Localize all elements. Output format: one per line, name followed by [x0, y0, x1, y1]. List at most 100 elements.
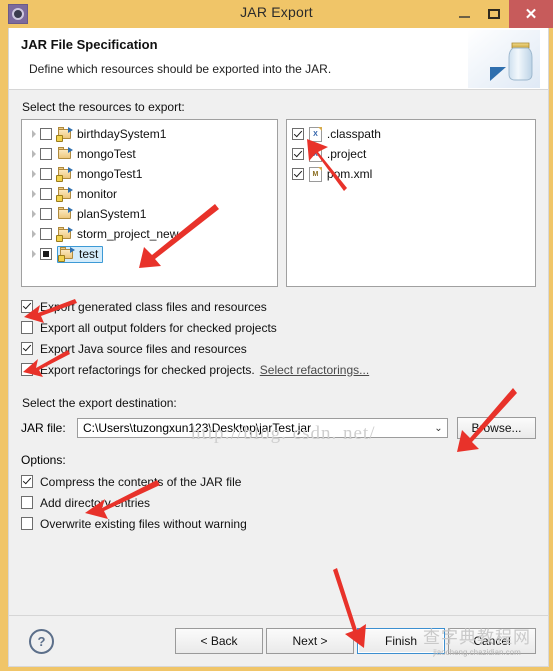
minimize-icon[interactable] [449, 0, 479, 28]
option-label: Export generated class files and resourc… [40, 299, 267, 314]
close-icon[interactable]: ✕ [509, 0, 553, 28]
tree-row[interactable]: birthdaySystem1 [22, 124, 277, 144]
project-folder-icon [57, 147, 73, 161]
tree-row[interactable]: planSystem1 [22, 204, 277, 224]
option-add-directory-entries[interactable]: Add directory entries [21, 492, 536, 513]
checkbox[interactable] [21, 517, 33, 530]
title-bar: JAR Export ✕ [0, 0, 553, 28]
maximize-icon[interactable] [479, 0, 509, 28]
expand-arrow-icon[interactable] [27, 190, 40, 198]
row-checkbox[interactable] [40, 168, 52, 180]
destination-label: Select the export destination: [22, 396, 177, 410]
checkbox[interactable] [21, 300, 33, 313]
jar-file-combo[interactable]: C:\Users\tuzongxun123\Desktop\jarTest.ja… [77, 418, 448, 438]
dialog-footer: ? < Back Next > Finish Cancel 查字典教程网 jia… [9, 615, 548, 666]
file-list[interactable]: X .classpath X .project M pom.xml [285, 119, 536, 287]
row-checkbox[interactable] [40, 248, 52, 260]
next-button[interactable]: Next > [266, 628, 354, 654]
expand-arrow-icon[interactable] [27, 230, 40, 238]
project-folder-icon [56, 227, 73, 242]
option-overwrite-existing-files[interactable]: Overwrite existing files without warning [21, 513, 536, 534]
tree-row[interactable]: storm_project_new [22, 224, 277, 244]
option-label: Overwrite existing files without warning [40, 516, 247, 531]
tree-row[interactable]: mongoTest1 [22, 164, 277, 184]
back-button[interactable]: < Back [175, 628, 263, 654]
tree-row[interactable]: mongoTest [22, 144, 277, 164]
jar-jar-icon [468, 30, 540, 88]
expand-arrow-icon[interactable] [27, 210, 40, 218]
option-label: Add directory entries [40, 495, 151, 510]
project-folder-icon [56, 127, 73, 142]
export-options-group: Export generated class files and resourc… [21, 296, 536, 380]
file-label: pom.xml [326, 167, 373, 181]
project-folder-icon [57, 207, 73, 221]
jar-file-label: JAR file: [21, 421, 66, 435]
tree-item-label: test [79, 247, 99, 261]
resource-panes: birthdaySystem1 mongoTest mongoTest1 mon… [21, 119, 536, 287]
tree-row-selected[interactable]: test [22, 244, 277, 264]
project-folder-icon [58, 247, 75, 262]
checkbox[interactable] [21, 475, 33, 488]
option-label: Export all output folders for checked pr… [40, 320, 277, 335]
file-label: .project [326, 147, 367, 161]
browse-button[interactable]: Browse... [457, 417, 536, 439]
options-label: Options: [21, 453, 66, 467]
expand-arrow-icon[interactable] [27, 130, 40, 138]
file-checkbox[interactable] [291, 128, 304, 140]
destination-group: Select the export destination: JAR file:… [21, 396, 536, 439]
help-icon[interactable]: ? [29, 628, 54, 654]
project-folder-icon [56, 187, 73, 202]
tree-item-label: mongoTest [77, 147, 136, 161]
xml-file-icon: X [308, 146, 322, 162]
checkbox[interactable] [21, 363, 33, 376]
row-checkbox[interactable] [40, 228, 52, 240]
option-export-generated-class-files[interactable]: Export generated class files and resourc… [21, 296, 536, 317]
file-checkbox[interactable] [291, 148, 304, 160]
jar-file-value: C:\Users\tuzongxun123\Desktop\jarTest.ja… [83, 421, 312, 435]
tree-item-label: mongoTest1 [77, 167, 143, 181]
jar-export-dialog: JAR Export ✕ JAR File Specification Defi… [0, 0, 553, 671]
maven-file-icon: M [308, 166, 322, 182]
dialog-header: JAR File Specification Define which reso… [9, 28, 548, 90]
option-compress-contents[interactable]: Compress the contents of the JAR file [21, 471, 536, 492]
chevron-down-icon[interactable]: ⌄ [430, 423, 447, 434]
jar-file-row: JAR file: C:\Users\tuzongxun123\Desktop\… [21, 417, 536, 439]
project-folder-icon [56, 167, 73, 182]
expand-arrow-icon[interactable] [27, 170, 40, 178]
option-export-all-output-folders[interactable]: Export all output folders for checked pr… [21, 317, 536, 338]
row-checkbox[interactable] [40, 208, 52, 220]
checkbox[interactable] [21, 342, 33, 355]
file-row[interactable]: X .project [287, 144, 535, 164]
xml-file-icon: X [308, 126, 322, 142]
row-checkbox[interactable] [40, 148, 52, 160]
page-title: JAR File Specification [21, 37, 158, 52]
tree-item-label: planSystem1 [77, 207, 147, 221]
file-row[interactable]: X .classpath [287, 124, 535, 144]
tree-item-label: birthdaySystem1 [77, 127, 167, 141]
row-checkbox[interactable] [40, 128, 52, 140]
project-tree[interactable]: birthdaySystem1 mongoTest mongoTest1 mon… [21, 119, 278, 287]
option-label: Compress the contents of the JAR file [40, 474, 242, 489]
select-refactorings-link[interactable]: Select refactorings... [260, 363, 369, 377]
option-label: Export refactorings for checked projects… [40, 362, 255, 377]
resources-label: Select the resources to export: [22, 100, 185, 114]
file-checkbox[interactable] [291, 168, 304, 180]
tree-row[interactable]: monitor [22, 184, 277, 204]
window-controls: ✕ [449, 0, 553, 28]
tree-item-label: storm_project_new [77, 227, 179, 241]
finish-button[interactable]: Finish [357, 628, 445, 654]
checkbox[interactable] [21, 496, 33, 509]
dialog-body: JAR File Specification Define which reso… [8, 28, 549, 667]
tree-item-label: monitor [77, 187, 118, 201]
file-label: .classpath [326, 127, 381, 141]
options-group: Compress the contents of the JAR file Ad… [21, 471, 536, 534]
option-export-java-source-files[interactable]: Export Java source files and resources [21, 338, 536, 359]
row-checkbox[interactable] [40, 188, 52, 200]
option-export-refactorings[interactable]: Export refactorings for checked projects… [21, 359, 536, 380]
footer-buttons: < Back Next > Finish Cancel [175, 628, 536, 654]
file-row[interactable]: M pom.xml [287, 164, 535, 184]
checkbox[interactable] [21, 321, 33, 334]
cancel-button[interactable]: Cancel [448, 628, 536, 654]
expand-arrow-icon[interactable] [27, 250, 40, 258]
expand-arrow-icon[interactable] [27, 150, 40, 158]
